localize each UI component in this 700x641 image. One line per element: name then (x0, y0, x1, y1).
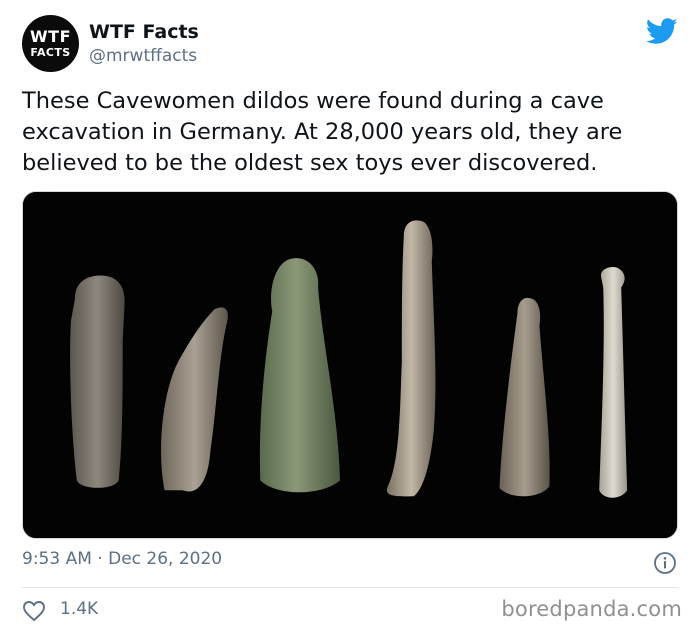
heart-icon[interactable] (22, 600, 46, 622)
tweet-timestamp[interactable]: 9:53 AM · Dec 26, 2020 (22, 549, 222, 569)
like-count[interactable]: 1.4K (60, 599, 98, 619)
info-icon[interactable] (653, 551, 677, 575)
tweet-card: WTF FACTS WTF Facts @mrwtffacts These Ca… (0, 0, 700, 641)
timestamp-separator: · (97, 549, 103, 569)
account-name[interactable]: WTF Facts (89, 21, 199, 43)
avatar-text-line2: FACTS (30, 46, 71, 59)
watermark: boredpanda.com (501, 597, 682, 621)
twitter-bird-icon[interactable] (646, 18, 678, 45)
tweet-date: Dec 26, 2020 (108, 549, 223, 569)
tweet-time: 9:53 AM (22, 549, 92, 569)
account-handle[interactable]: @mrwtffacts (89, 46, 197, 66)
artifact-1 (70, 275, 125, 488)
tweet-text: These Cavewomen dildos were found during… (22, 88, 623, 176)
tweet-photo[interactable] (22, 191, 678, 539)
artifacts-photo (23, 192, 677, 538)
avatar[interactable]: WTF FACTS (22, 15, 79, 72)
avatar-text-line1: WTF (30, 27, 71, 46)
divider (22, 587, 678, 588)
